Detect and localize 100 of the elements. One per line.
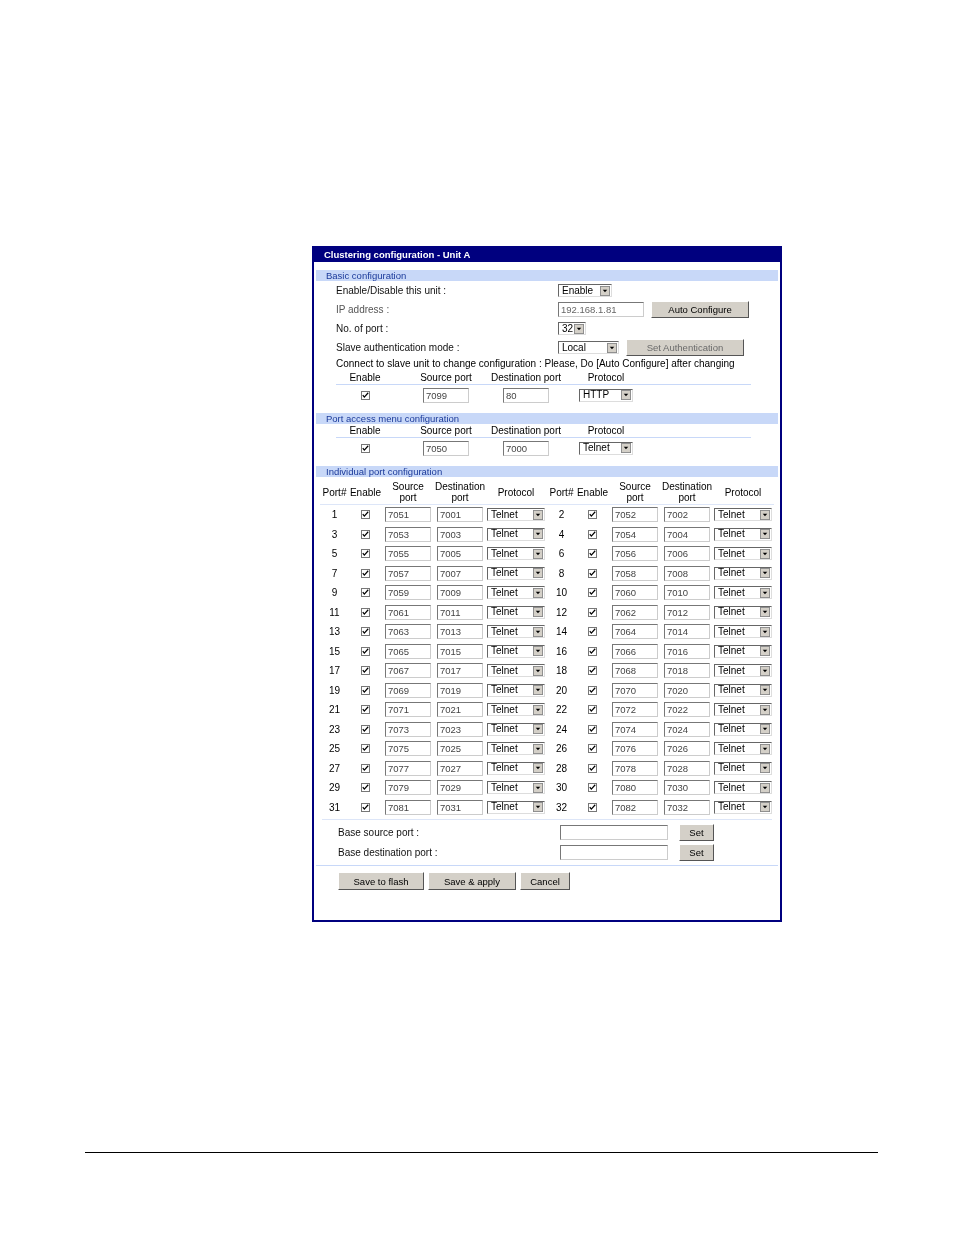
protocol-dropdown[interactable]: Telnet xyxy=(487,508,545,522)
destination-port-field[interactable]: 7017 xyxy=(437,663,483,679)
checkbox[interactable] xyxy=(361,666,370,676)
destination-port-field[interactable]: 7012 xyxy=(664,604,710,620)
protocol-dropdown[interactable]: Telnet xyxy=(579,441,633,455)
destination-port-field[interactable]: 7007 xyxy=(437,565,483,581)
port-input-field[interactable] xyxy=(560,824,668,840)
destination-port-field[interactable]: 7029 xyxy=(437,780,483,796)
protocol-dropdown[interactable]: Telnet xyxy=(487,761,545,775)
source-port-field[interactable]: 7075 xyxy=(385,741,431,757)
protocol-dropdown[interactable]: Telnet xyxy=(714,664,772,678)
dropdown[interactable]: 32 xyxy=(558,322,586,335)
protocol-dropdown[interactable]: Telnet xyxy=(487,547,545,561)
checkbox[interactable] xyxy=(361,783,370,793)
source-port-field[interactable]: 7057 xyxy=(385,565,431,581)
destination-port-field[interactable]: 7024 xyxy=(664,721,710,737)
checkbox[interactable] xyxy=(588,646,597,656)
set-button[interactable]: Set xyxy=(679,843,714,861)
destination-port-field[interactable]: 7027 xyxy=(437,760,483,776)
source-port-field[interactable]: 7074 xyxy=(612,721,658,737)
set-button[interactable]: Set xyxy=(679,823,714,841)
source-port-field[interactable]: 7063 xyxy=(385,624,431,640)
action-button[interactable]: Save to flash xyxy=(338,872,424,890)
protocol-dropdown[interactable]: Telnet xyxy=(714,644,772,658)
destination-port-field[interactable]: 7026 xyxy=(664,741,710,757)
destination-port-field[interactable]: 7018 xyxy=(664,663,710,679)
destination-port-field[interactable]: 7005 xyxy=(437,546,483,562)
port-input-field[interactable] xyxy=(560,844,668,860)
source-port-field[interactable]: 7056 xyxy=(612,546,658,562)
destination-port-field[interactable]: 7004 xyxy=(664,526,710,542)
destination-port-field[interactable]: 7013 xyxy=(437,624,483,640)
source-port-field[interactable]: 7064 xyxy=(612,624,658,640)
destination-port-field[interactable]: 7014 xyxy=(664,624,710,640)
destination-port-field[interactable]: 7020 xyxy=(664,682,710,698)
checkbox[interactable] xyxy=(588,744,597,754)
dropdown[interactable]: Enable xyxy=(558,284,612,297)
source-port-field[interactable]: 7058 xyxy=(612,565,658,581)
checkbox[interactable] xyxy=(588,568,597,578)
checkbox[interactable] xyxy=(361,588,370,598)
checkbox[interactable] xyxy=(361,724,370,734)
protocol-dropdown[interactable]: Telnet xyxy=(714,547,772,561)
action-button[interactable]: Save & apply xyxy=(428,872,516,890)
protocol-dropdown[interactable]: Telnet xyxy=(487,722,545,736)
source-port-field[interactable]: 7068 xyxy=(612,663,658,679)
checkbox[interactable] xyxy=(361,685,370,695)
checkbox[interactable] xyxy=(588,588,597,598)
protocol-dropdown[interactable]: Telnet xyxy=(487,664,545,678)
source-port-field[interactable]: 7071 xyxy=(385,702,431,718)
source-port-field[interactable]: 7072 xyxy=(612,702,658,718)
protocol-dropdown[interactable]: HTTP xyxy=(579,388,633,402)
checkbox[interactable] xyxy=(361,646,370,656)
source-port-field[interactable]: 7069 xyxy=(385,682,431,698)
checkbox[interactable] xyxy=(588,724,597,734)
destination-port-field[interactable]: 7003 xyxy=(437,526,483,542)
source-port-field[interactable]: 7067 xyxy=(385,663,431,679)
source-port-field[interactable]: 7062 xyxy=(612,604,658,620)
checkbox[interactable] xyxy=(361,549,370,559)
source-port-field[interactable]: 7061 xyxy=(385,604,431,620)
checkbox[interactable] xyxy=(361,802,370,812)
destination-port-field[interactable]: 7031 xyxy=(437,799,483,815)
protocol-dropdown[interactable]: Telnet xyxy=(714,800,772,814)
checkbox[interactable] xyxy=(588,529,597,539)
protocol-dropdown[interactable]: Telnet xyxy=(714,703,772,717)
source-port-field[interactable]: 7059 xyxy=(385,585,431,601)
source-port-field[interactable]: 7053 xyxy=(385,526,431,542)
destination-port-field[interactable]: 80 xyxy=(503,387,549,403)
destination-port-field[interactable]: 7022 xyxy=(664,702,710,718)
destination-port-field[interactable]: 7015 xyxy=(437,643,483,659)
source-port-field[interactable]: 7079 xyxy=(385,780,431,796)
destination-port-field[interactable]: 7002 xyxy=(664,507,710,523)
protocol-dropdown[interactable]: Telnet xyxy=(714,625,772,639)
checkbox[interactable] xyxy=(360,443,370,453)
source-port-field[interactable]: 7076 xyxy=(612,741,658,757)
protocol-dropdown[interactable]: Telnet xyxy=(714,683,772,697)
protocol-dropdown[interactable]: Telnet xyxy=(714,742,772,756)
source-port-field[interactable]: 7073 xyxy=(385,721,431,737)
source-port-field[interactable]: 7070 xyxy=(612,682,658,698)
source-port-field[interactable]: 7099 xyxy=(423,387,469,403)
checkbox[interactable] xyxy=(361,568,370,578)
protocol-dropdown[interactable]: Telnet xyxy=(714,527,772,541)
source-port-field[interactable]: 7078 xyxy=(612,760,658,776)
source-port-field[interactable]: 7077 xyxy=(385,760,431,776)
destination-port-field[interactable]: 7011 xyxy=(437,604,483,620)
destination-port-field[interactable]: 7025 xyxy=(437,741,483,757)
protocol-dropdown[interactable]: Telnet xyxy=(487,683,545,697)
checkbox[interactable] xyxy=(361,705,370,715)
checkbox[interactable] xyxy=(588,666,597,676)
destination-port-field[interactable]: 7030 xyxy=(664,780,710,796)
source-port-field[interactable]: 7055 xyxy=(385,546,431,562)
destination-port-field[interactable]: 7023 xyxy=(437,721,483,737)
checkbox[interactable] xyxy=(361,529,370,539)
protocol-dropdown[interactable]: Telnet xyxy=(487,605,545,619)
destination-port-field[interactable]: 7016 xyxy=(664,643,710,659)
source-port-field[interactable]: 7051 xyxy=(385,507,431,523)
protocol-dropdown[interactable]: Telnet xyxy=(487,644,545,658)
checkbox[interactable] xyxy=(588,783,597,793)
checkbox[interactable] xyxy=(588,627,597,637)
destination-port-field[interactable]: 7006 xyxy=(664,546,710,562)
checkbox[interactable] xyxy=(361,763,370,773)
checkbox[interactable] xyxy=(588,802,597,812)
